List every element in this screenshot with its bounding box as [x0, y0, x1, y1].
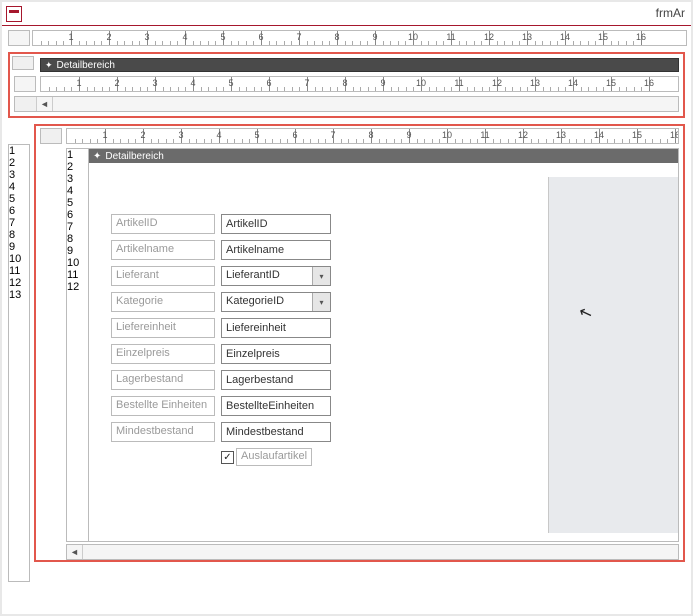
- text-control[interactable]: Mindestbestand: [221, 422, 331, 442]
- chevron-down-icon[interactable]: ▾: [312, 267, 330, 285]
- canvas-outside-area: [548, 177, 678, 533]
- form-icon: [6, 6, 22, 22]
- sub-hscrollbar[interactable]: ◄: [66, 544, 679, 560]
- combo-text: LieferantID: [222, 267, 312, 285]
- field-label[interactable]: Lieferant: [111, 266, 215, 286]
- subform-body: 123456789101112 ✦ Detailbereich ArtikelI…: [66, 148, 679, 542]
- detail-section-header-main[interactable]: ✦ Detailbereich: [40, 58, 679, 72]
- form-row: Lieferant LieferantID▾: [111, 265, 331, 287]
- checkbox-label[interactable]: Auslaufartikel: [236, 448, 312, 466]
- window-title: frmAr: [656, 6, 685, 20]
- field-label[interactable]: Artikelname: [111, 240, 215, 260]
- checkbox-control[interactable]: ✓: [221, 451, 234, 464]
- detail-section-header-sub[interactable]: ✦ Detailbereich: [89, 149, 678, 163]
- form-row: Lagerbestand Lagerbestand: [111, 369, 331, 391]
- ruler-corner[interactable]: [8, 30, 30, 46]
- text-control[interactable]: Einzelpreis: [221, 344, 331, 364]
- field-label[interactable]: Einzelpreis: [111, 344, 215, 364]
- text-control[interactable]: Liefereinheit: [221, 318, 331, 338]
- inner-ruler-corner[interactable]: [14, 76, 36, 92]
- section-bullet-icon: ✦: [45, 60, 53, 71]
- form-row: Artikelname Artikelname: [111, 239, 331, 261]
- form-row: Liefereinheit Liefereinheit: [111, 317, 331, 339]
- text-control[interactable]: BestellteEinheiten: [221, 396, 331, 416]
- highlight-top: ✦ Detailbereich 12345678910111213141516 …: [8, 52, 685, 118]
- inner-h-ruler-top[interactable]: 12345678910111213141516: [40, 76, 679, 92]
- form-row: Mindestbestand Mindestbestand: [111, 421, 331, 443]
- outer-h-ruler[interactable]: 12345678910111213141516: [32, 30, 687, 46]
- section-bullet-icon: ✦: [93, 151, 101, 162]
- scroll-left-icon[interactable]: ◄: [37, 97, 53, 111]
- text-control[interactable]: ArtikelID: [221, 214, 331, 234]
- chevron-down-icon[interactable]: ▾: [312, 293, 330, 311]
- field-label[interactable]: Lagerbestand: [111, 370, 215, 390]
- form-row: ArtikelID ArtikelID: [111, 213, 331, 235]
- design-canvas[interactable]: ✦ Detailbereich ArtikelIDArtikelIDArtike…: [89, 149, 678, 541]
- section-selector[interactable]: [12, 56, 34, 70]
- checkbox-row: ✓Auslaufartikel: [221, 447, 331, 467]
- combo-control[interactable]: LieferantID▾: [221, 266, 331, 286]
- sub-ruler-corner[interactable]: [40, 128, 62, 144]
- combo-text: KategorieID: [222, 293, 312, 311]
- combo-control[interactable]: KategorieID▾: [221, 292, 331, 312]
- outer-v-ruler[interactable]: 12345678910111213: [8, 144, 30, 582]
- top-hscrollbar[interactable]: ◄: [14, 96, 679, 112]
- field-label[interactable]: Mindestbestand: [111, 422, 215, 442]
- text-control[interactable]: Lagerbestand: [221, 370, 331, 390]
- detail-section-label-sub: Detailbereich: [105, 151, 163, 162]
- highlight-bottom: 12345678910111213141516 123456789101112 …: [34, 124, 685, 562]
- design-window: frmAr 12345678910111213141516 ✦ Detailbe…: [0, 0, 693, 616]
- scroll-left-icon[interactable]: ◄: [67, 545, 83, 559]
- form-row: Kategorie KategorieID▾: [111, 291, 331, 313]
- outer-ruler-row: 12345678910111213141516: [2, 30, 691, 48]
- field-label[interactable]: Kategorie: [111, 292, 215, 312]
- sub-h-ruler[interactable]: 12345678910111213141516: [66, 128, 679, 144]
- form-row: Bestellte Einheiten BestellteEinheiten: [111, 395, 331, 417]
- titlebar: frmAr: [2, 2, 691, 26]
- field-label[interactable]: ArtikelID: [111, 214, 215, 234]
- sub-v-ruler[interactable]: 123456789101112: [67, 149, 89, 541]
- field-label[interactable]: Liefereinheit: [111, 318, 215, 338]
- field-label[interactable]: Bestellte Einheiten: [111, 396, 215, 416]
- detail-section-label-main: Detailbereich: [57, 60, 115, 71]
- text-control[interactable]: Artikelname: [221, 240, 331, 260]
- form-row: Einzelpreis Einzelpreis: [111, 343, 331, 365]
